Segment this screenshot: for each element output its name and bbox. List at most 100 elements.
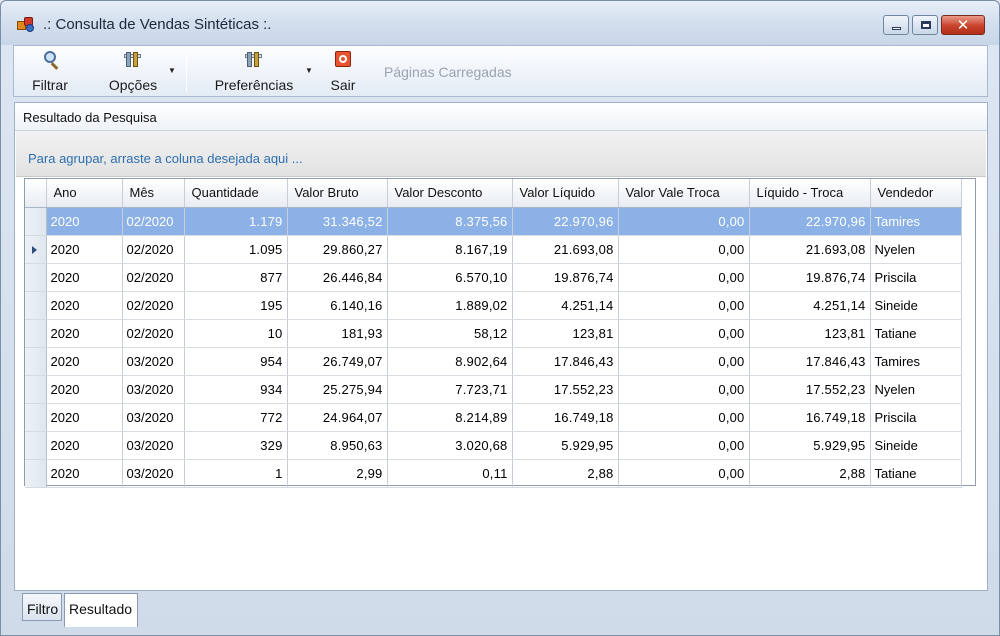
cell-vendedor[interactable]: Sineide bbox=[870, 291, 962, 320]
table-row[interactable]: 2020 03/2020 329 8.950,63 3.020,68 5.929,95 0,… bbox=[25, 431, 962, 460]
sair-button[interactable]: Sair bbox=[322, 46, 364, 96]
cell-quantidade[interactable]: 877 bbox=[184, 263, 288, 292]
cell-valor-bruto[interactable]: 26.749,07 bbox=[287, 347, 388, 376]
cell-valor-vale-troca[interactable]: 0,00 bbox=[618, 459, 750, 488]
close-button[interactable]: ✕ bbox=[941, 15, 985, 35]
cell-valor-l-quido[interactable]: 22.970,96 bbox=[512, 207, 619, 236]
cell-ano[interactable]: 2020 bbox=[46, 375, 123, 404]
preferencias-button[interactable]: Preferências bbox=[204, 46, 304, 96]
cell-ano[interactable]: 2020 bbox=[46, 207, 123, 236]
row-selector[interactable] bbox=[25, 347, 47, 376]
cell-m-s[interactable]: 03/2020 bbox=[122, 347, 185, 376]
cell-valor-bruto[interactable]: 2,99 bbox=[287, 459, 388, 488]
cell-vendedor[interactable]: Nyelen bbox=[870, 375, 962, 404]
title-bar[interactable]: .: Consulta de Vendas Sintéticas :. ✕ bbox=[1, 1, 999, 45]
table-row[interactable]: 2020 02/2020 1.095 29.860,27 8.167,19 21.693,… bbox=[25, 235, 962, 264]
cell-valor-bruto[interactable]: 31.346,52 bbox=[287, 207, 388, 236]
cell-valor-l-quido[interactable]: 17.552,23 bbox=[512, 375, 619, 404]
row-selector[interactable] bbox=[25, 235, 47, 264]
cell-valor-vale-troca[interactable]: 0,00 bbox=[618, 431, 750, 460]
row-selector[interactable] bbox=[25, 319, 47, 348]
minimize-button[interactable] bbox=[883, 15, 909, 35]
cell-m-s[interactable]: 02/2020 bbox=[122, 235, 185, 264]
cell-valor-desconto[interactable]: 58,12 bbox=[387, 319, 513, 348]
cell-ano[interactable]: 2020 bbox=[46, 235, 123, 264]
tab-resultado[interactable]: Resultado bbox=[64, 593, 138, 627]
cell-valor-desconto[interactable]: 0,11 bbox=[387, 459, 513, 488]
cell-valor-bruto[interactable]: 24.964,07 bbox=[287, 403, 388, 432]
cell-quantidade[interactable]: 329 bbox=[184, 431, 288, 460]
filtrar-button[interactable]: Filtrar bbox=[20, 46, 80, 96]
cell-valor-desconto[interactable]: 8.214,89 bbox=[387, 403, 513, 432]
cell-valor-desconto[interactable]: 1.889,02 bbox=[387, 291, 513, 320]
cell-m-s[interactable]: 02/2020 bbox=[122, 319, 185, 348]
cell-m-s[interactable]: 03/2020 bbox=[122, 431, 185, 460]
cell-valor-vale-troca[interactable]: 0,00 bbox=[618, 207, 750, 236]
cell-ano[interactable]: 2020 bbox=[46, 263, 123, 292]
column-header-vendedor[interactable]: Vendedor bbox=[870, 179, 962, 208]
row-selector[interactable] bbox=[25, 263, 47, 292]
cell-valor-vale-troca[interactable]: 0,00 bbox=[618, 291, 750, 320]
table-row[interactable]: 2020 03/2020 1 2,99 0,11 2,88 0,00 2,88 Tatiane bbox=[25, 459, 962, 488]
table-row[interactable]: 2020 03/2020 772 24.964,07 8.214,89 16.749,18… bbox=[25, 403, 962, 432]
cell-valor-desconto[interactable]: 8.167,19 bbox=[387, 235, 513, 264]
row-selector-header[interactable] bbox=[25, 179, 47, 208]
table-row[interactable]: 2020 03/2020 934 25.275,94 7.723,71 17.552,23… bbox=[25, 375, 962, 404]
cell-m-s[interactable]: 03/2020 bbox=[122, 403, 185, 432]
row-selector[interactable] bbox=[25, 431, 47, 460]
column-header-ano[interactable]: Ano bbox=[46, 179, 123, 208]
cell-quantidade[interactable]: 1.179 bbox=[184, 207, 288, 236]
cell-m-s[interactable]: 02/2020 bbox=[122, 291, 185, 320]
row-selector[interactable] bbox=[25, 207, 47, 236]
cell-vendedor[interactable]: Priscila bbox=[870, 403, 962, 432]
cell-valor-l-quido[interactable]: 123,81 bbox=[512, 319, 619, 348]
cell-valor-bruto[interactable]: 25.275,94 bbox=[287, 375, 388, 404]
cell-l-quido-troca[interactable]: 16.749,18 bbox=[749, 403, 871, 432]
row-selector[interactable] bbox=[25, 291, 47, 320]
cell-l-quido-troca[interactable]: 21.693,08 bbox=[749, 235, 871, 264]
cell-quantidade[interactable]: 772 bbox=[184, 403, 288, 432]
table-row[interactable]: 2020 03/2020 954 26.749,07 8.902,64 17.846,43… bbox=[25, 347, 962, 376]
cell-l-quido-troca[interactable]: 123,81 bbox=[749, 319, 871, 348]
cell-quantidade[interactable]: 1.095 bbox=[184, 235, 288, 264]
column-header-valor-vale-troca[interactable]: Valor Vale Troca bbox=[618, 179, 750, 208]
cell-valor-bruto[interactable]: 26.446,84 bbox=[287, 263, 388, 292]
cell-valor-vale-troca[interactable]: 0,00 bbox=[618, 235, 750, 264]
cell-l-quido-troca[interactable]: 22.970,96 bbox=[749, 207, 871, 236]
cell-valor-l-quido[interactable]: 5.929,95 bbox=[512, 431, 619, 460]
cell-l-quido-troca[interactable]: 5.929,95 bbox=[749, 431, 871, 460]
cell-vendedor[interactable]: Tatiane bbox=[870, 319, 962, 348]
cell-valor-bruto[interactable]: 29.860,27 bbox=[287, 235, 388, 264]
cell-quantidade[interactable]: 934 bbox=[184, 375, 288, 404]
cell-l-quido-troca[interactable]: 2,88 bbox=[749, 459, 871, 488]
row-selector[interactable] bbox=[25, 375, 47, 404]
table-row[interactable]: 2020 02/2020 1.179 31.346,52 8.375,56 22.970,… bbox=[25, 207, 962, 236]
cell-valor-vale-troca[interactable]: 0,00 bbox=[618, 347, 750, 376]
column-header-quantidade[interactable]: Quantidade bbox=[184, 179, 288, 208]
cell-valor-vale-troca[interactable]: 0,00 bbox=[618, 403, 750, 432]
cell-l-quido-troca[interactable]: 19.876,74 bbox=[749, 263, 871, 292]
cell-vendedor[interactable]: Tamires bbox=[870, 347, 962, 376]
cell-m-s[interactable]: 02/2020 bbox=[122, 263, 185, 292]
cell-vendedor[interactable]: Sineide bbox=[870, 431, 962, 460]
column-header-valor-desconto[interactable]: Valor Desconto bbox=[387, 179, 513, 208]
table-row[interactable]: 2020 02/2020 10 181,93 58,12 123,81 0,00 123,81… bbox=[25, 319, 962, 348]
cell-valor-bruto[interactable]: 8.950,63 bbox=[287, 431, 388, 460]
cell-valor-bruto[interactable]: 181,93 bbox=[287, 319, 388, 348]
cell-valor-l-quido[interactable]: 2,88 bbox=[512, 459, 619, 488]
cell-valor-l-quido[interactable]: 16.749,18 bbox=[512, 403, 619, 432]
cell-l-quido-troca[interactable]: 4.251,14 bbox=[749, 291, 871, 320]
cell-valor-l-quido[interactable]: 19.876,74 bbox=[512, 263, 619, 292]
opcoes-dropdown-arrow-icon[interactable]: ▼ bbox=[168, 66, 176, 75]
row-selector[interactable] bbox=[25, 459, 47, 488]
results-grid[interactable]: Ano Mês Quantidade Valor Bruto Valor Descont… bbox=[24, 178, 976, 488]
cell-ano[interactable]: 2020 bbox=[46, 431, 123, 460]
cell-quantidade[interactable]: 1 bbox=[184, 459, 288, 488]
cell-ano[interactable]: 2020 bbox=[46, 291, 123, 320]
cell-valor-desconto[interactable]: 6.570,10 bbox=[387, 263, 513, 292]
column-header-m-s[interactable]: Mês bbox=[122, 179, 185, 208]
cell-ano[interactable]: 2020 bbox=[46, 403, 123, 432]
cell-vendedor[interactable]: Priscila bbox=[870, 263, 962, 292]
group-by-area[interactable]: Para agrupar, arraste a coluna desejada … bbox=[16, 131, 986, 177]
cell-valor-l-quido[interactable]: 4.251,14 bbox=[512, 291, 619, 320]
